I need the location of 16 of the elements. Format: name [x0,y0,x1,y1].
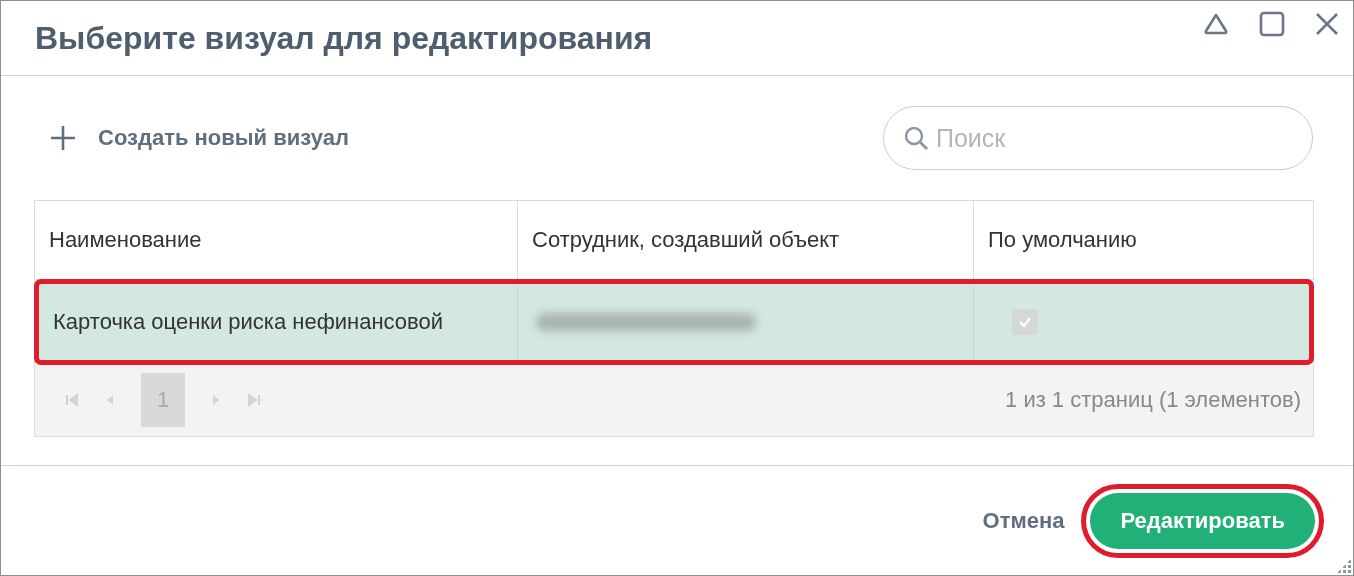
search-icon [903,125,929,151]
table-cell-text: Карточка оценки риска нефинансовой [52,308,445,336]
previous-page-icon[interactable] [105,393,115,407]
page-summary: 1 из 1 страниц (1 элементов) [1005,387,1302,413]
maximize-icon[interactable] [1259,11,1285,37]
column-header[interactable]: Наименование [35,201,517,279]
create-button[interactable]: Создать новый визуал [34,125,349,151]
next-page-icon[interactable] [211,393,221,407]
close-icon[interactable] [1315,12,1339,36]
first-page-icon[interactable] [65,393,79,407]
window-title: Выберите визуал для редактирования [35,19,653,57]
cancel-button[interactable]: Отмена [978,508,1069,534]
last-page-icon[interactable] [247,393,261,407]
collapse-icon[interactable] [1203,12,1229,36]
search-field[interactable]: Поиск [883,106,1313,170]
plus-icon [50,125,76,151]
